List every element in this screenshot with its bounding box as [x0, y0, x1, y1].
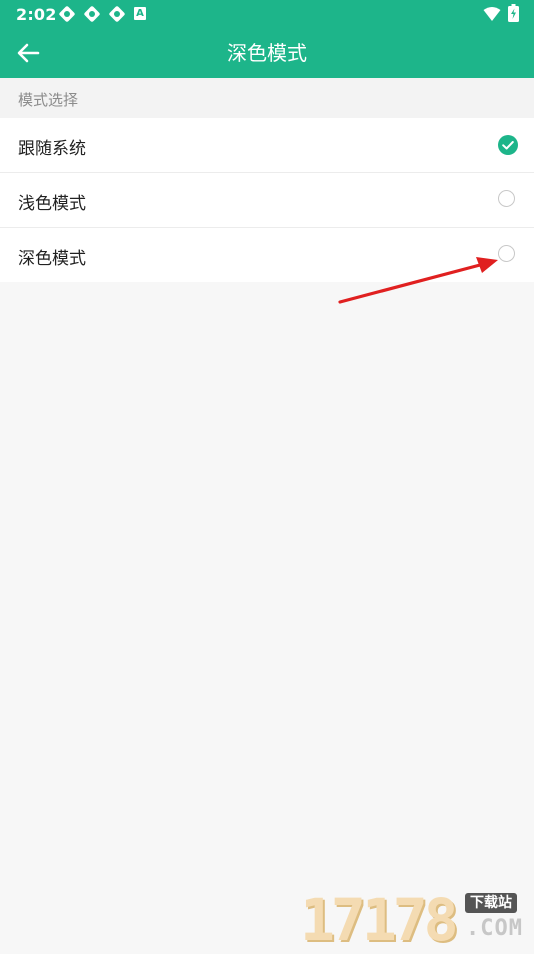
option-label: 深色模式: [18, 249, 86, 269]
battery-icon: [508, 4, 519, 22]
radio-unchecked-icon[interactable]: [498, 245, 515, 262]
option-label: 跟随系统: [18, 139, 86, 159]
option-dark-mode[interactable]: 深色模式: [0, 227, 534, 282]
page-title: 深色模式: [227, 41, 307, 65]
notification-icon: [109, 6, 125, 22]
section-title: 模式选择: [18, 91, 79, 109]
notification-icon: [59, 6, 75, 22]
option-light-mode[interactable]: 浅色模式: [0, 172, 534, 227]
notification-icon: [84, 6, 100, 22]
app-badge-icon: A: [134, 7, 146, 20]
mode-option-list: 跟随系统 浅色模式 深色模式: [0, 118, 534, 282]
radio-unchecked-icon[interactable]: [498, 190, 515, 207]
wifi-icon: [483, 7, 501, 21]
watermark-logo: 17178 下载站 .COM: [300, 890, 530, 950]
watermark-domain: .COM: [466, 916, 523, 941]
section-header: 模式选择: [0, 78, 534, 118]
option-follow-system[interactable]: 跟随系统: [0, 118, 534, 172]
check-circle-icon[interactable]: [498, 135, 518, 155]
status-bar: 2:02 A: [0, 0, 534, 28]
watermark-badge: 下载站: [465, 893, 517, 913]
status-time: 2:02: [16, 5, 57, 24]
option-label: 浅色模式: [18, 194, 86, 214]
watermark-digits: 17178: [300, 886, 459, 954]
app-header: 2:02 A 深色模式: [0, 0, 534, 78]
